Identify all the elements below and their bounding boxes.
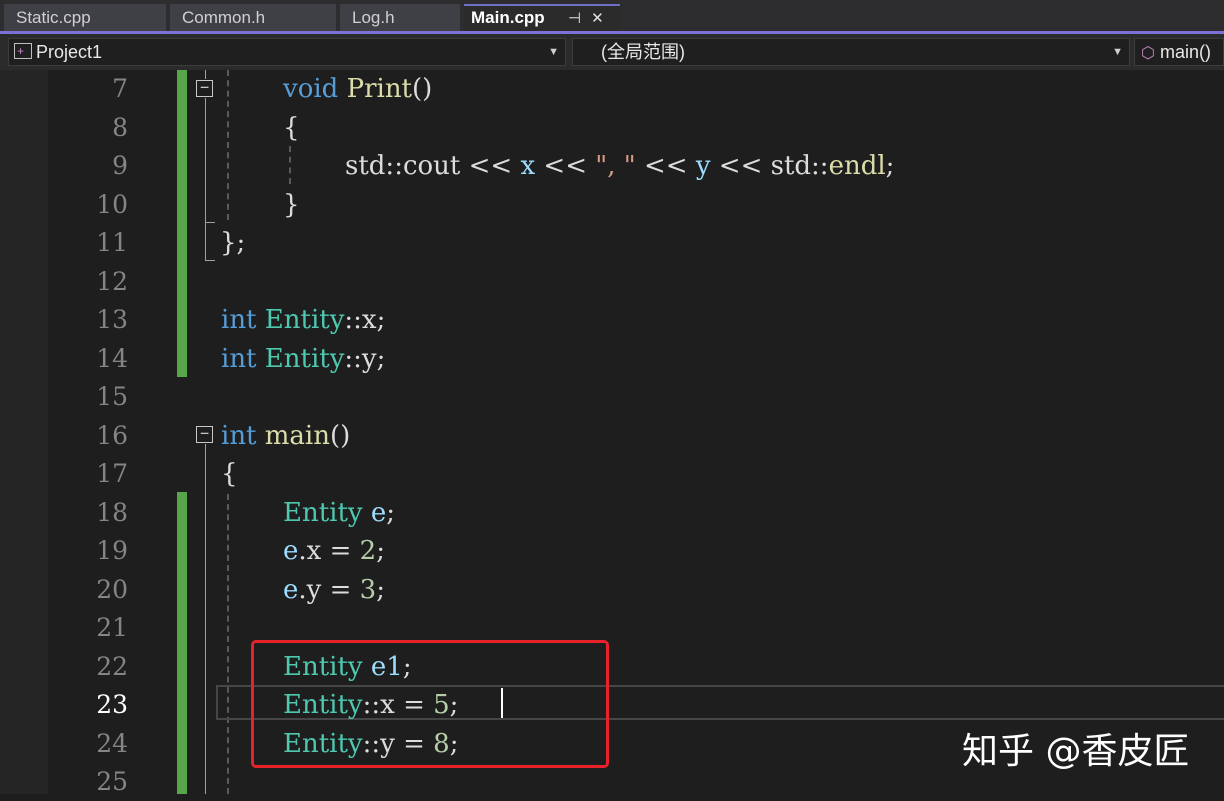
variable: x	[520, 151, 536, 181]
function-name: Print	[346, 74, 413, 104]
line-number: 12	[96, 267, 128, 296]
line-number: 17	[96, 459, 128, 488]
navigation-bar: + Project1 ▼ (全局范围) ▼ ⬡ main()	[0, 34, 1224, 70]
tab-label: Static.cpp	[16, 8, 91, 27]
editor-margin	[0, 70, 48, 794]
change-indicator-bar	[177, 70, 187, 377]
line-number: 8	[112, 113, 128, 142]
close-icon[interactable]: ✕	[591, 7, 604, 30]
code-line-13: int Entity::x;	[221, 301, 385, 339]
outline-guide	[205, 444, 206, 794]
line-number: 25	[96, 767, 128, 796]
code-line-19: e.x = 2;	[283, 532, 385, 570]
code-line-20: e.y = 3;	[283, 571, 385, 609]
indent-guide	[289, 146, 291, 184]
variable: e	[370, 498, 387, 528]
highlight-annotation-box	[251, 640, 609, 768]
code-line-18: Entity e;	[283, 494, 395, 532]
document-tab-bar: Static.cpp Common.h Log.h Main.cpp ⊣ ✕	[0, 0, 1224, 34]
code-line-10: }	[283, 190, 300, 220]
indent-guide	[227, 70, 229, 220]
watermark: 知乎 @香皮匠	[962, 731, 1190, 772]
code-text: ()	[412, 74, 433, 104]
code-text: ::y;	[344, 344, 386, 374]
outline-guide-end	[205, 222, 215, 223]
project-icon: +	[14, 43, 32, 59]
cube-icon: ⬡	[1141, 45, 1155, 62]
code-text: ;	[386, 498, 396, 528]
number-literal: 3	[359, 575, 377, 605]
line-number: 11	[96, 228, 128, 257]
line-number: 10	[96, 190, 128, 219]
line-number: 20	[96, 575, 128, 604]
tab-log-h[interactable]: Log.h	[340, 4, 460, 31]
function-name: main	[264, 421, 330, 451]
code-text: ()	[330, 421, 351, 451]
code-text: .x =	[298, 536, 360, 566]
code-text: ;	[376, 575, 385, 605]
tab-label: Common.h	[182, 8, 266, 27]
code-text: <<	[535, 151, 596, 181]
line-number: 14	[96, 344, 128, 373]
code-text: .y =	[298, 575, 360, 605]
line-number: 13	[96, 305, 128, 334]
code-line-7: void Print()	[283, 70, 432, 108]
variable: e	[283, 536, 299, 566]
member-dropdown[interactable]: ⬡ main()	[1134, 38, 1224, 66]
member-label: main()	[1159, 42, 1211, 62]
code-text: std::cout <<	[345, 151, 521, 181]
line-number-current: 23	[96, 690, 128, 719]
code-line-17: {	[221, 459, 238, 489]
tab-common-h[interactable]: Common.h	[170, 4, 336, 31]
project-label: Project1	[36, 42, 103, 62]
keyword: int	[221, 421, 257, 451]
code-line-8: {	[283, 113, 300, 143]
tab-static-cpp[interactable]: Static.cpp	[4, 4, 166, 31]
line-number: 22	[96, 652, 128, 681]
code-line-14: int Entity::y;	[221, 340, 385, 378]
type-name: Entity	[264, 344, 345, 374]
code-text: <<	[635, 151, 696, 181]
scope-label: (全局范围)	[601, 42, 685, 62]
line-number: 15	[96, 382, 128, 411]
code-line-9: std::cout << x << ", " << y << std::endl…	[345, 147, 894, 185]
line-number: 16	[96, 421, 128, 450]
line-number: 7	[112, 74, 128, 103]
code-text: << std::	[710, 151, 829, 181]
string-literal: ", "	[595, 151, 636, 181]
project-dropdown[interactable]: + Project1 ▼	[8, 38, 566, 66]
chevron-down-icon: ▼	[548, 46, 559, 58]
line-number: 21	[96, 613, 128, 642]
line-number: 9	[112, 151, 128, 180]
type-name: Entity	[264, 305, 345, 335]
function-name: endl	[828, 151, 886, 181]
outline-guide-end	[205, 260, 215, 261]
code-text: ::x;	[344, 305, 386, 335]
tab-label: Main.cpp	[471, 8, 545, 27]
tab-label: Log.h	[352, 8, 395, 27]
code-line-16: int main()	[221, 417, 350, 455]
code-line-11: };	[220, 228, 246, 258]
code-text: ;	[376, 536, 385, 566]
scope-dropdown[interactable]: (全局范围) ▼	[572, 38, 1130, 66]
keyword: void	[283, 74, 339, 104]
line-number: 18	[96, 498, 128, 527]
change-indicator-bar	[177, 492, 187, 794]
indent-guide	[227, 494, 229, 794]
line-number: 24	[96, 729, 128, 758]
line-number: 19	[96, 536, 128, 565]
type-name: Entity	[283, 498, 363, 528]
pin-icon[interactable]: ⊣	[568, 7, 581, 30]
variable: y	[695, 151, 711, 181]
tab-main-cpp[interactable]: Main.cpp ⊣ ✕	[464, 4, 620, 31]
variable: e	[283, 575, 299, 605]
keyword: int	[221, 305, 257, 335]
collapse-toggle[interactable]: −	[196, 80, 213, 97]
outline-guide	[205, 98, 206, 260]
keyword: int	[221, 344, 257, 374]
code-text: ;	[885, 151, 895, 181]
number-literal: 2	[359, 536, 377, 566]
collapse-toggle[interactable]: −	[196, 426, 213, 443]
chevron-down-icon: ▼	[1112, 46, 1123, 58]
